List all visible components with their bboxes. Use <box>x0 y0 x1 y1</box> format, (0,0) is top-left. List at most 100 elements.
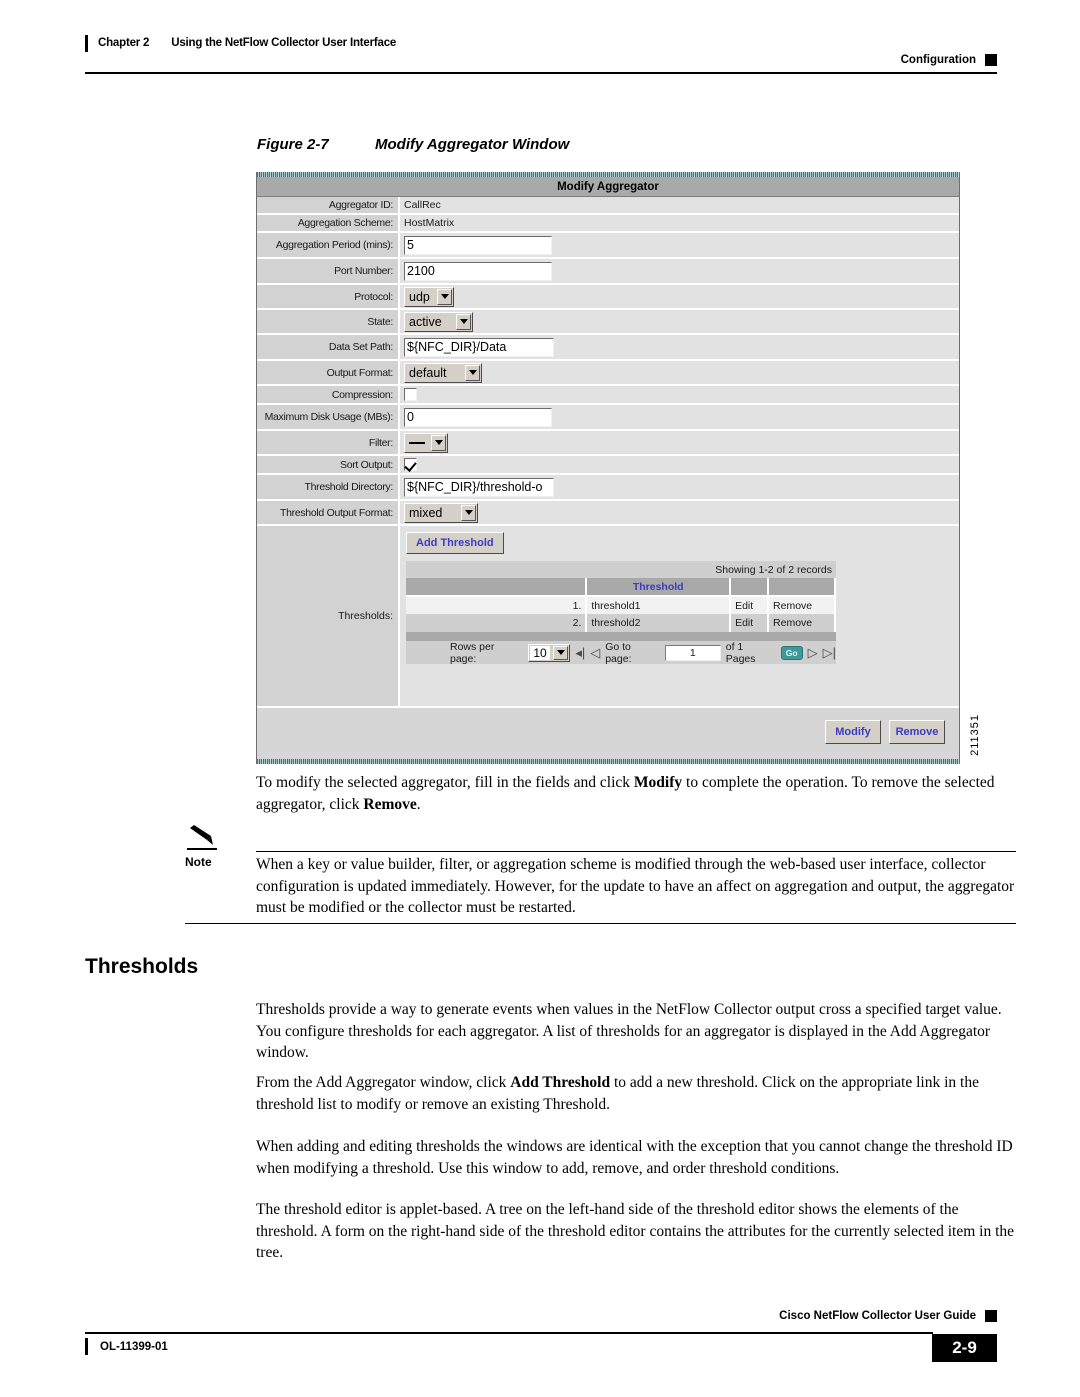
row-remove-link[interactable]: Remove <box>768 596 836 614</box>
go-button[interactable]: Go <box>780 645 803 660</box>
page-heading-thresholds: Thresholds <box>85 955 199 978</box>
footer-marker-square <box>985 1310 997 1322</box>
field-row-sort-output: Sort Output: <box>257 456 959 475</box>
footer-guide-row: Cisco NetFlow Collector User Guide <box>779 1310 997 1322</box>
row-edit-link[interactable]: Edit <box>730 596 770 614</box>
value-cell-threshold-directory: ${NFC_DIR}/threshold-o <box>400 475 959 499</box>
row-number: 1. <box>406 596 588 614</box>
max-disk-usage-input[interactable]: 0 <box>404 407 552 427</box>
value-cell-output-format: default <box>400 361 959 384</box>
aggregator-form: Aggregator ID: CallRec Aggregation Schem… <box>257 197 959 708</box>
filter-select[interactable] <box>404 432 448 453</box>
threshold-directory-input[interactable]: ${NFC_DIR}/threshold-o <box>404 477 554 497</box>
paragraph-add-threshold: From the Add Aggregator window, click Ad… <box>256 1072 1016 1115</box>
table-header-row: Threshold <box>406 578 836 597</box>
text-bold-add-threshold: Add Threshold <box>510 1074 611 1091</box>
thresholds-table: Threshold 1. threshold1 Edit Remove 2. t… <box>406 578 836 632</box>
note-text: When a key or value builder, filter, or … <box>256 856 1015 916</box>
value-cell-port-number: 2100 <box>400 259 959 283</box>
threshold-output-format-select-value: mixed <box>406 504 458 521</box>
header-marker-square <box>985 54 997 66</box>
protocol-select[interactable]: udp <box>404 286 454 307</box>
port-number-input[interactable]: 2100 <box>404 261 552 281</box>
compression-checkbox[interactable] <box>404 388 417 401</box>
footer-divider <box>85 1332 933 1334</box>
footer-guide-title: Cisco NetFlow Collector User Guide <box>779 1310 976 1322</box>
modify-aggregator-window: Modify Aggregator Aggregator ID: CallRec… <box>257 177 959 759</box>
page-header: Chapter 2 Using the NetFlow Collector Us… <box>85 34 997 74</box>
data-set-path-input[interactable]: ${NFC_DIR}/Data <box>404 337 554 357</box>
first-page-icon[interactable]: ◂| <box>575 646 585 659</box>
label-output-format: Output Format: <box>257 361 400 384</box>
row-threshold-name: threshold1 <box>586 596 732 614</box>
value-cell-compression <box>400 386 959 403</box>
chevron-down-icon <box>465 364 480 381</box>
value-cell-aggregator-id: CallRec <box>400 197 959 213</box>
label-aggregator-id: Aggregator ID: <box>257 197 400 213</box>
value-cell-threshold-output-format: mixed <box>400 501 959 524</box>
pencil-note-icon <box>187 824 219 857</box>
paragraph-modify-instructions: To modify the selected aggregator, fill … <box>256 772 1016 815</box>
column-header-blank <box>406 578 588 597</box>
chevron-down-icon <box>437 288 452 305</box>
sort-output-checkbox[interactable] <box>404 458 417 471</box>
label-aggregation-period: Aggregation Period (mins): <box>257 233 400 257</box>
table-row: 1. threshold1 Edit Remove <box>406 596 836 614</box>
text-run: To modify the selected aggregator, fill … <box>256 774 634 791</box>
column-header-threshold[interactable]: Threshold <box>586 578 732 597</box>
field-row-thresholds: Thresholds: Add Threshold Showing 1-2 of… <box>257 526 959 708</box>
row-edit-link[interactable]: Edit <box>730 614 770 632</box>
figure-title: Modify Aggregator Window <box>375 136 570 153</box>
window-action-bar: Modify Remove <box>257 708 959 759</box>
label-max-disk-usage: Maximum Disk Usage (MBs): <box>257 405 400 429</box>
value-cell-protocol: udp <box>400 285 959 308</box>
paragraph-editing-thresholds: When adding and editing thresholds the w… <box>256 1138 1013 1177</box>
protocol-select-value: udp <box>406 288 434 305</box>
rows-per-page-select[interactable]: 10 <box>528 643 571 662</box>
window-title: Modify Aggregator <box>257 177 959 197</box>
value-cell-state: active <box>400 310 959 333</box>
header-chapter-title: Using the NetFlow Collector User Interfa… <box>171 37 397 49</box>
threshold-output-format-select[interactable]: mixed <box>404 502 478 523</box>
field-row-compression: Compression: <box>257 386 959 405</box>
row-remove-link[interactable]: Remove <box>768 614 836 632</box>
go-to-page-input[interactable]: 1 <box>664 644 721 661</box>
filter-select-value <box>406 434 428 451</box>
footer-page-number: 2-9 <box>932 1334 997 1362</box>
chevron-down-icon <box>456 313 471 330</box>
last-page-icon[interactable]: ▷| <box>823 646 836 659</box>
field-row-threshold-directory: Threshold Directory: ${NFC_DIR}/threshol… <box>257 475 959 501</box>
note-top-rule <box>256 851 1016 852</box>
value-cell-aggregation-scheme: HostMatrix <box>400 215 959 231</box>
next-page-icon[interactable]: ▷ <box>808 646 818 659</box>
label-thresholds: Thresholds: <box>257 526 400 706</box>
aggregation-period-input[interactable]: 5 <box>404 235 552 255</box>
footer-docid-row: OL-11399-01 <box>85 1338 168 1355</box>
state-select[interactable]: active <box>404 311 473 332</box>
output-format-select[interactable]: default <box>404 362 482 383</box>
previous-page-icon[interactable]: ◁ <box>590 646 600 659</box>
value-cell-sort-output <box>400 456 959 473</box>
figure-image: Modify Aggregator Aggregator ID: CallRec… <box>256 172 981 764</box>
value-aggregator-id: CallRec <box>404 199 441 211</box>
chevron-down-icon <box>553 645 569 660</box>
row-threshold-name: threshold2 <box>586 614 732 632</box>
label-filter: Filter: <box>257 431 400 454</box>
value-aggregation-scheme: HostMatrix <box>404 217 455 229</box>
value-cell-data-set-path: ${NFC_DIR}/Data <box>400 335 959 359</box>
add-threshold-button[interactable]: Add Threshold <box>406 532 504 554</box>
remove-button[interactable]: Remove <box>889 720 945 744</box>
note-label: Note <box>185 855 212 869</box>
row-number: 2. <box>406 614 588 632</box>
text-run: From the Add Aggregator window, click <box>256 1074 511 1091</box>
label-data-set-path: Data Set Path: <box>257 335 400 359</box>
modify-button[interactable]: Modify <box>825 720 881 744</box>
field-row-protocol: Protocol: udp <box>257 285 959 310</box>
label-threshold-directory: Threshold Directory: <box>257 475 400 499</box>
field-row-threshold-output-format: Threshold Output Format: mixed <box>257 501 959 526</box>
label-protocol: Protocol: <box>257 285 400 308</box>
field-row-state: State: active <box>257 310 959 335</box>
records-count: Showing 1-2 of 2 records <box>406 561 836 578</box>
chevron-down-icon <box>461 504 476 521</box>
header-left-rule <box>85 34 88 52</box>
